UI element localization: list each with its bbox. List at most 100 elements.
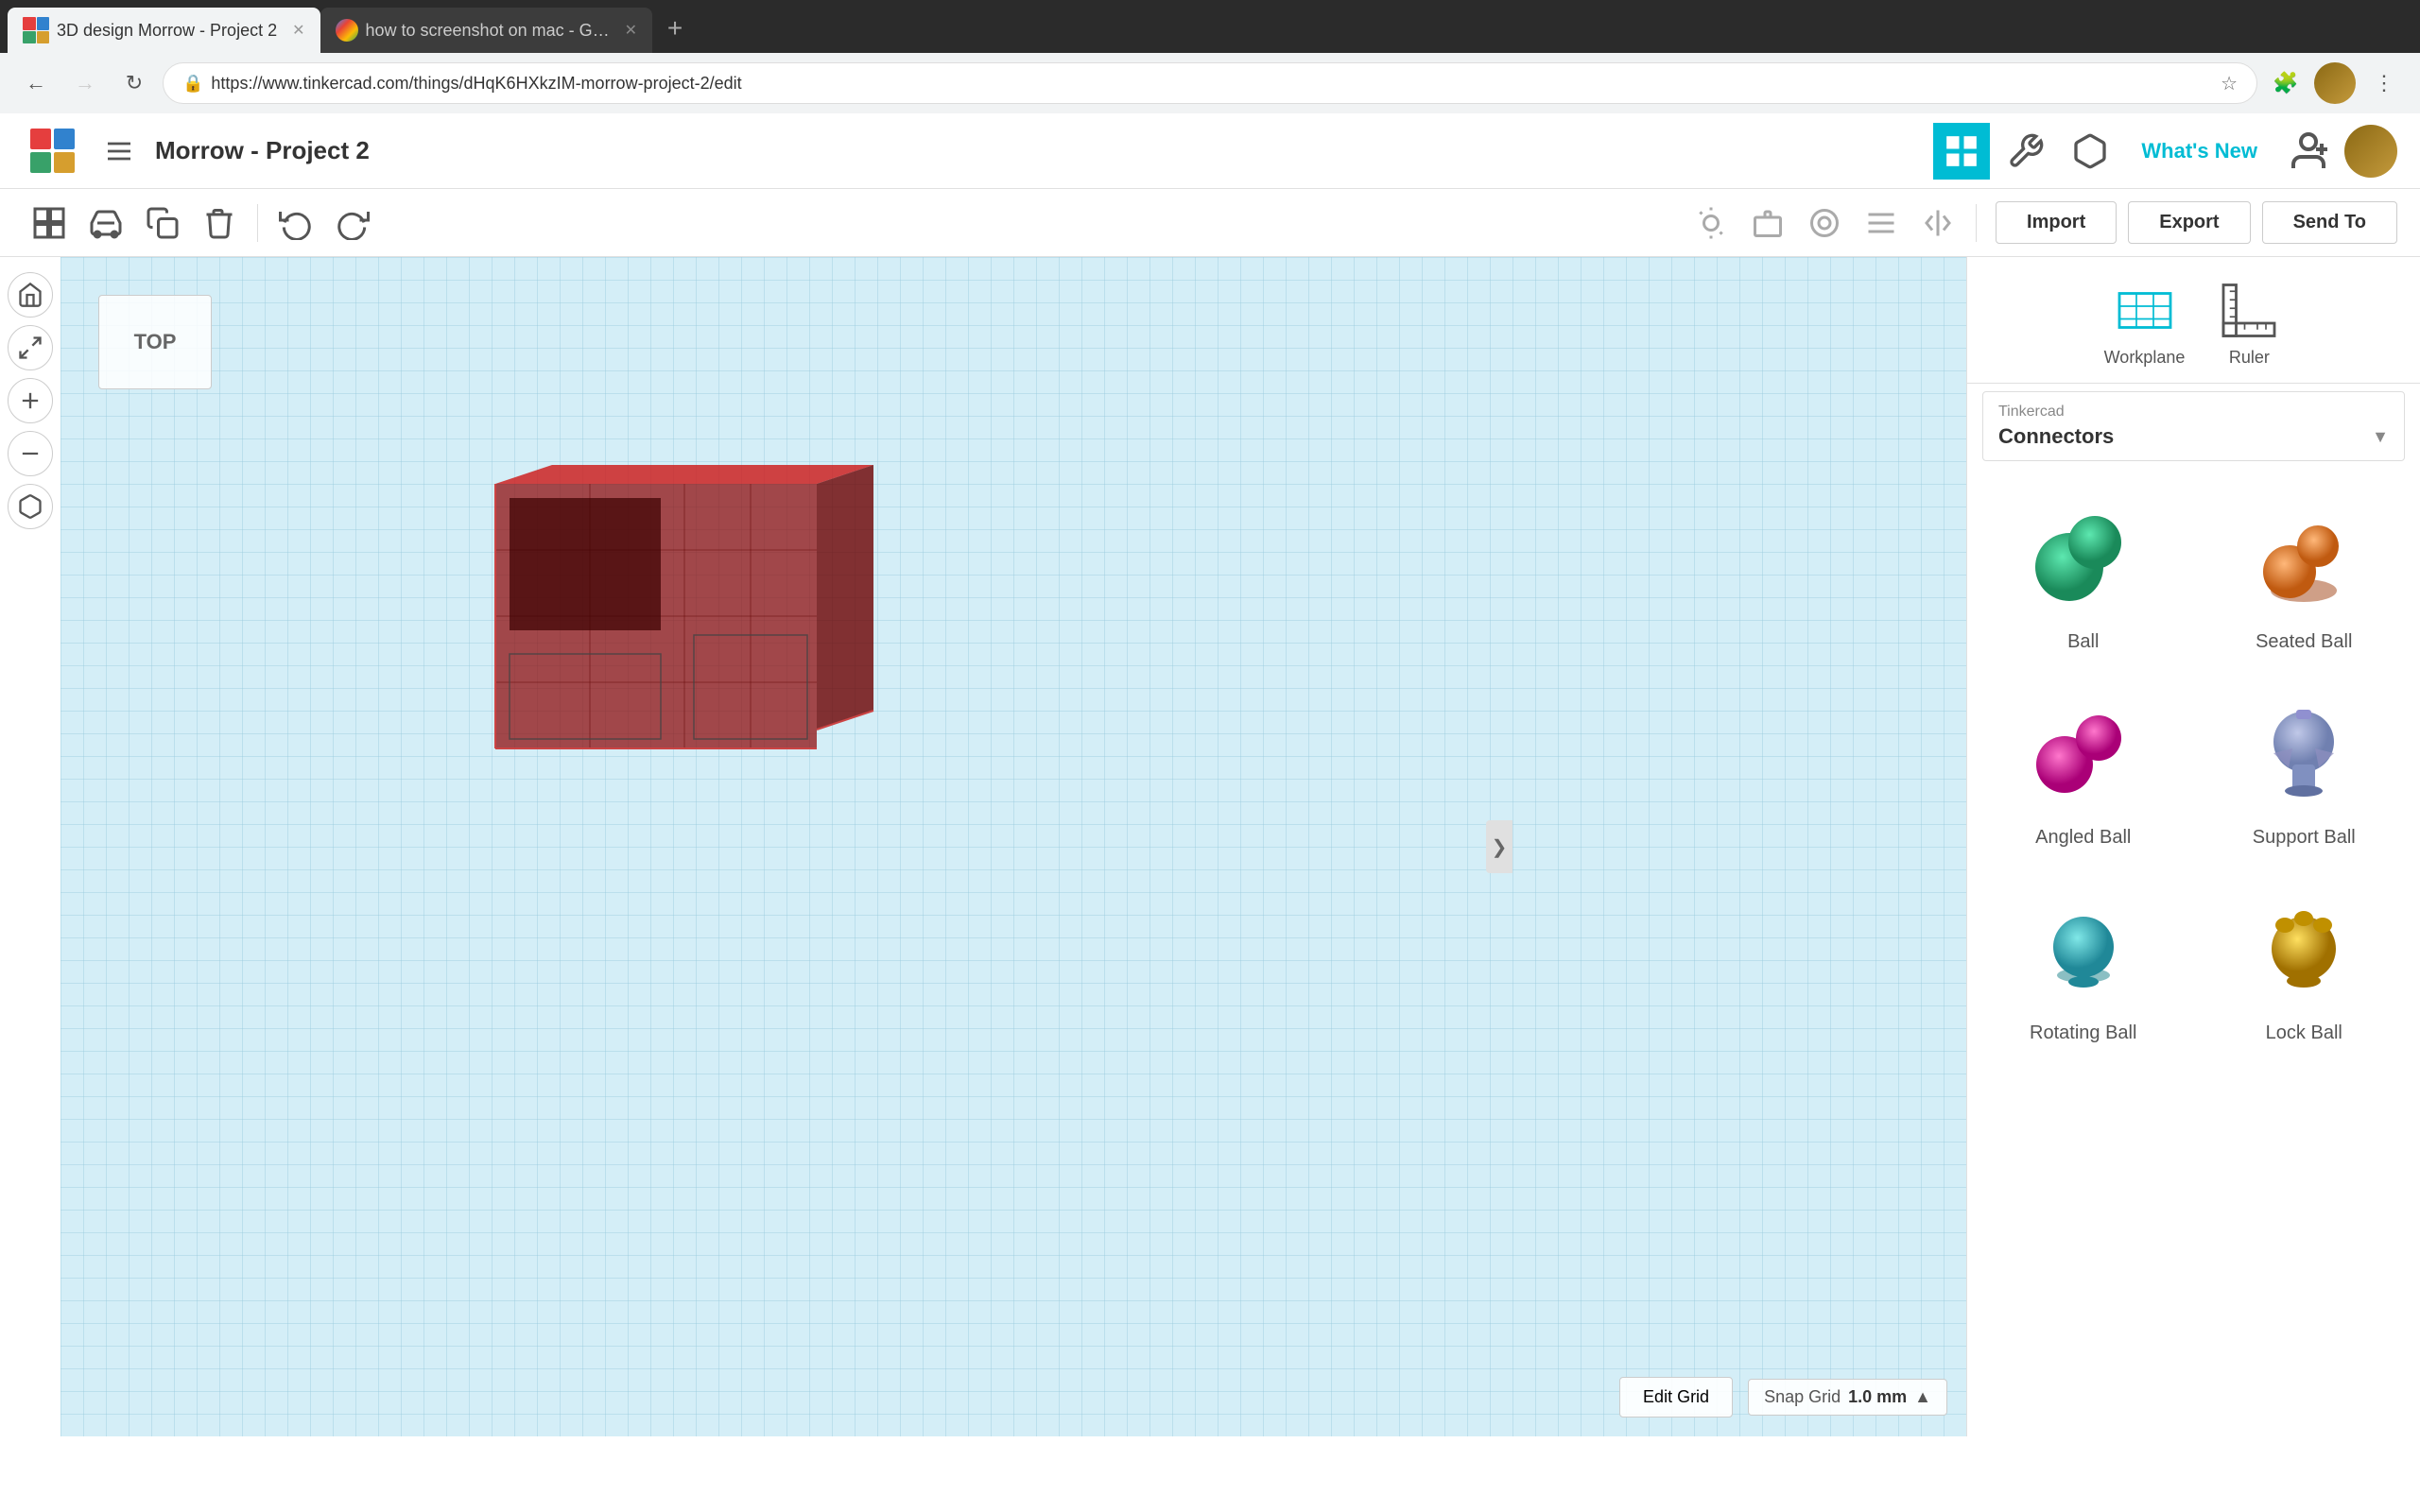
- redo-button[interactable]: [326, 197, 379, 249]
- perspective-button[interactable]: [8, 484, 53, 529]
- lock-icon: 🔒: [182, 74, 203, 94]
- shape-angled-ball[interactable]: Angled Ball: [1975, 672, 2192, 864]
- chrome-menu-button[interactable]: ⋮: [2363, 62, 2405, 104]
- 3d-object: [420, 465, 949, 843]
- view-cube[interactable]: TOP: [98, 295, 212, 389]
- app-layout: Morrow - Project 2 What's N: [0, 113, 2420, 1436]
- send-to-button[interactable]: Send To: [2262, 201, 2397, 244]
- collapse-panel-button[interactable]: ❯: [1486, 820, 1512, 873]
- tab-close-google[interactable]: ✕: [625, 21, 637, 40]
- fit-view-button[interactable]: [8, 325, 53, 370]
- list-view-button[interactable]: [98, 130, 140, 172]
- left-panel: [0, 257, 60, 1436]
- category-dropdown[interactable]: Tinkercad Connectors ▼: [1982, 391, 2405, 461]
- delete-button[interactable]: [193, 197, 246, 249]
- new-tab-button[interactable]: +: [656, 9, 694, 47]
- copy-button[interactable]: [136, 197, 189, 249]
- shape-lock-ball[interactable]: Lock Ball: [2196, 868, 2413, 1059]
- logo-cell-green: [30, 152, 51, 173]
- toolbar-separator-1: [257, 204, 258, 242]
- logo-cell-yellow: [54, 152, 75, 173]
- undo-button[interactable]: [269, 197, 322, 249]
- lock-ball-image: [2238, 883, 2370, 1015]
- rotating-ball-label: Rotating Ball: [2030, 1022, 2136, 1044]
- angled-ball-label: Angled Ball: [2035, 827, 2131, 849]
- header-actions: What's New: [1933, 123, 2397, 180]
- user-avatar[interactable]: [2344, 125, 2397, 178]
- tab-google[interactable]: how to screenshot on mac - G… ✕: [320, 8, 653, 53]
- category-label: Tinkercad: [1998, 404, 2389, 421]
- project-title: Morrow - Project 2: [155, 136, 1918, 165]
- canvas-area[interactable]: TOP: [60, 257, 1966, 1436]
- snap-grid-value: 1.0 mm: [1848, 1387, 1907, 1407]
- lock-ball-label: Lock Ball: [2266, 1022, 2342, 1044]
- whats-new-button[interactable]: What's New: [2126, 131, 2273, 171]
- tab-close-tinkercad[interactable]: ✕: [292, 21, 304, 40]
- packages-button[interactable]: [2062, 123, 2118, 180]
- app-header: Morrow - Project 2 What's N: [0, 113, 2420, 189]
- bottom-controls: Edit Grid Snap Grid 1.0 mm ▲: [1619, 1377, 1947, 1418]
- rotating-ball-image: [2017, 883, 2150, 1015]
- canvas-grid: [60, 257, 1966, 1436]
- toolbar: Import Export Send To: [0, 189, 2420, 257]
- zoom-in-button[interactable]: [8, 378, 53, 423]
- cut-button[interactable]: [79, 197, 132, 249]
- right-panel: Workplane: [1966, 257, 2420, 1436]
- 3d-view-button[interactable]: [1933, 123, 1990, 180]
- panel-tools: Workplane: [1967, 257, 2420, 384]
- zoom-out-button[interactable]: [8, 431, 53, 476]
- group-button[interactable]: [1741, 197, 1794, 249]
- ruler-tool[interactable]: Ruler: [2215, 272, 2283, 368]
- snap-grid-control[interactable]: Snap Grid 1.0 mm ▲: [1748, 1379, 1947, 1416]
- shape-support-ball[interactable]: Support Ball: [2196, 672, 2413, 864]
- logo-cell-blue: [54, 129, 75, 149]
- address-bar[interactable]: 🔒 https://www.tinkercad.com/things/dHqK6…: [163, 62, 2257, 104]
- logo-grid: [30, 129, 76, 174]
- workplane-tool[interactable]: Workplane: [2104, 272, 2186, 368]
- dropdown-arrow-icon: ▼: [2372, 427, 2389, 447]
- ungroup-button[interactable]: [1798, 197, 1851, 249]
- google-favicon: [336, 19, 358, 42]
- angled-ball-image: [2017, 687, 2150, 819]
- tab-tinkercad[interactable]: 3D design Morrow - Project 2 ✕: [8, 8, 320, 53]
- seated-ball-image: [2238, 491, 2370, 624]
- refresh-button[interactable]: ↻: [113, 62, 155, 104]
- main-area: TOP: [0, 257, 2420, 1436]
- export-button[interactable]: Export: [2128, 201, 2250, 244]
- support-ball-label: Support Ball: [2253, 827, 2356, 849]
- forward-button[interactable]: →: [64, 62, 106, 104]
- shapes-grid: Ball: [1967, 469, 2420, 1067]
- address-text: https://www.tinkercad.com/things/dHqK6HX…: [211, 74, 2213, 94]
- category-text: Connectors: [1998, 424, 2114, 449]
- chrome-profile-avatar[interactable]: [2314, 62, 2356, 104]
- mirror-button[interactable]: [1911, 197, 1964, 249]
- ruler-icon: [2215, 272, 2283, 340]
- light-button[interactable]: [1685, 197, 1737, 249]
- extensions-button[interactable]: 🧩: [2265, 62, 2307, 104]
- browser-tabs-bar: 3D design Morrow - Project 2 ✕ how to sc…: [0, 0, 2420, 53]
- edit-grid-button[interactable]: Edit Grid: [1619, 1377, 1733, 1418]
- align-button[interactable]: [1855, 197, 1908, 249]
- bookmark-icon[interactable]: ☆: [2221, 72, 2238, 95]
- shape-rotating-ball[interactable]: Rotating Ball: [1975, 868, 2192, 1059]
- ruler-label: Ruler: [2229, 348, 2270, 368]
- logo-cell-red: [30, 129, 51, 149]
- workplane-label: Workplane: [2104, 348, 2186, 368]
- tools-button[interactable]: [1997, 123, 2054, 180]
- add-user-button[interactable]: [2280, 123, 2337, 180]
- back-button[interactable]: ←: [15, 62, 57, 104]
- import-button[interactable]: Import: [1996, 201, 2117, 244]
- ball-image: [2017, 491, 2150, 624]
- tinkercad-favicon: [23, 17, 49, 43]
- seated-ball-label: Seated Ball: [2256, 631, 2352, 653]
- view-cube-label: TOP: [134, 330, 177, 354]
- home-view-button[interactable]: [8, 272, 53, 318]
- toolbar-separator-2: [1976, 204, 1977, 242]
- shape-ball[interactable]: Ball: [1975, 476, 2192, 668]
- tab-label-google: how to screenshot on mac - G…: [366, 21, 610, 41]
- shape-seated-ball[interactable]: Seated Ball: [2196, 476, 2413, 668]
- address-bar-row: ← → ↻ 🔒 https://www.tinkercad.com/things…: [0, 53, 2420, 113]
- workplane-icon: [2111, 272, 2179, 340]
- new-shape-button[interactable]: [23, 197, 76, 249]
- tinkercad-logo[interactable]: [23, 121, 83, 181]
